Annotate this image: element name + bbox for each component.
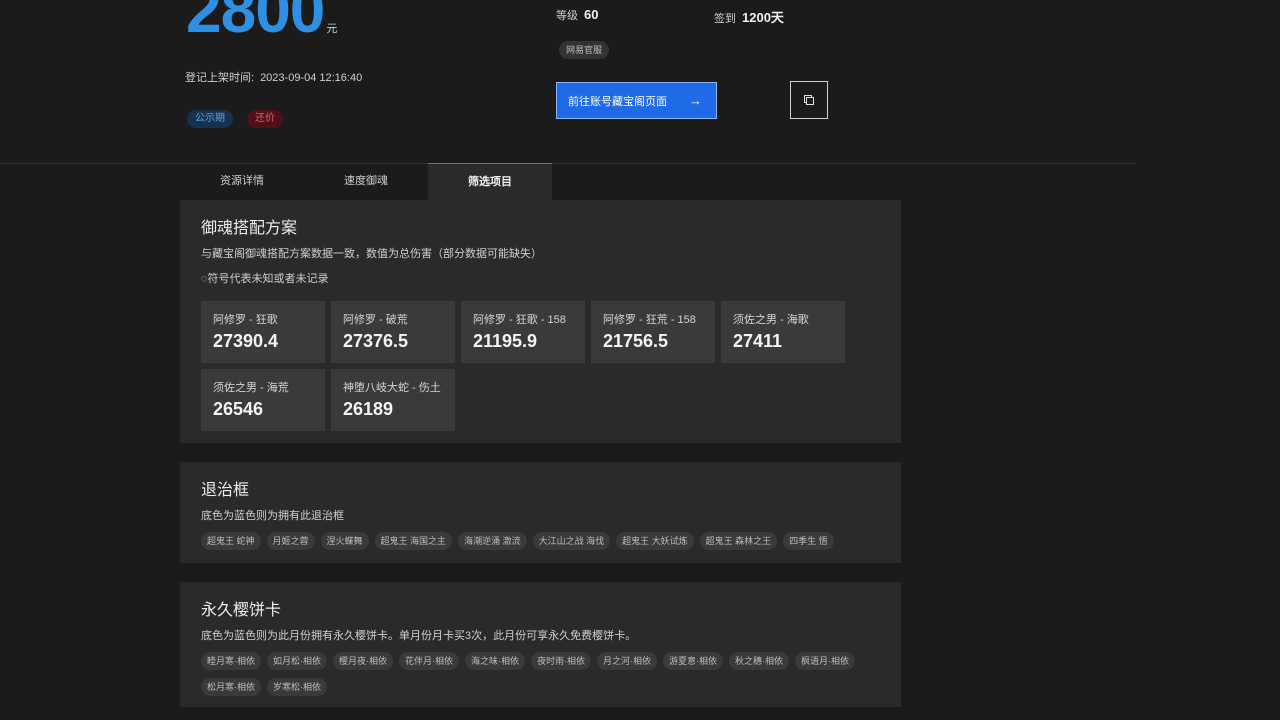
soul-plan-card: 阿修罗 - 狂荒 - 158 21756.5 <box>591 301 715 363</box>
server-badge: 网易官服 <box>559 41 610 59</box>
sakura-card-chip: 樱月夜·相依 <box>333 652 393 670</box>
goto-button-label: 前往账号藏宝阁页面 <box>568 95 667 108</box>
soul-plan-damage: 21756.5 <box>603 331 669 351</box>
retire-frame-chip: 超鬼王 大妖试炼 <box>616 532 694 550</box>
soul-plan-damage: 27390.4 <box>213 331 279 351</box>
listing-time: 登记上架时间: 2023-09-04 12:16:40 <box>185 69 362 85</box>
level-value: 60 <box>584 7 599 22</box>
retire-frame-desc: 底色为蓝色则为拥有此退治框 <box>201 510 344 522</box>
listing-time-label: 登记上架时间: <box>185 72 255 84</box>
soul-plan-damage: 26189 <box>343 399 394 419</box>
sakura-card-chip: 秋之穗·相依 <box>729 652 789 670</box>
soul-plan-card: 须佐之男 - 海荒 26546 <box>201 369 325 431</box>
sakura-card-chip: 游夏意·相依 <box>663 652 723 670</box>
sakura-card-chip: 睦月寒·相依 <box>201 652 261 670</box>
copy-button[interactable] <box>790 81 828 119</box>
sakura-card-chips: 睦月寒·相依 如月松·相依 樱月夜·相依 花伴月·相依 海之味·相依 夜时雨·相… <box>201 652 880 696</box>
soul-plan-card: 阿修罗 - 破荒 27376.5 <box>331 301 455 363</box>
soul-plan-name: 阿修罗 - 狂歌 - 158 <box>473 314 566 326</box>
tab-filter-items[interactable]: 筛选项目 <box>428 163 552 200</box>
status-badge-bargain: 还价 <box>247 110 283 128</box>
retire-frame-chips: 超鬼王 蛇神 月姬之蓉 涅火蝶舞 超鬼王 海国之主 海潮逆涌 激流 大江山之战 … <box>201 532 880 550</box>
sakura-card-chip: 岁寒松·相依 <box>267 678 327 696</box>
level-label: 等级 <box>556 10 578 22</box>
sakura-card-desc: 底色为蓝色则为此月份拥有永久樱饼卡。单月份月卡买3次，此月份可享永久免费樱饼卡。 <box>201 630 637 642</box>
retire-frame-chip: 超鬼王 蛇神 <box>201 532 261 550</box>
price: 2800 元 <box>186 0 337 42</box>
soul-plan-name: 须佐之男 - 海荒 <box>213 382 289 394</box>
status-badge-public: 公示期 <box>187 110 233 128</box>
soul-plan-name: 神堕八岐大蛇 - 伤土 <box>343 382 441 394</box>
soul-plan-damage: 27376.5 <box>343 331 409 351</box>
soul-plan-name: 阿修罗 - 破荒 <box>343 314 408 326</box>
retire-frame-chip: 超鬼王 海国之主 <box>374 532 453 550</box>
arrow-right-icon: → <box>689 93 702 108</box>
price-unit: 元 <box>326 23 338 35</box>
soul-plan-cards: 阿修罗 - 狂歌 27390.4 阿修罗 - 破荒 27376.5 阿修罗 - 狂歌… <box>201 301 880 431</box>
sakura-card-chip: 如月松·相依 <box>267 652 327 670</box>
copy-icon <box>804 95 814 105</box>
soul-plan-note: ◌符号代表未知或者未记录 <box>201 273 329 285</box>
sakura-card-chip: 花伴月·相依 <box>399 652 459 670</box>
retire-frame-title: 退治框 <box>201 482 250 499</box>
tab-bar: 资源详情 速度御魂 筛选项目 <box>180 163 552 200</box>
soul-plan-name: 阿修罗 - 狂荒 - 158 <box>603 314 696 326</box>
goto-treasure-page-button[interactable]: 前往账号藏宝阁页面 → <box>556 82 717 119</box>
checkin-stat: 签到 1200天 <box>714 7 784 26</box>
level-stat: 等级 60 <box>556 7 598 23</box>
soul-plan-card: 神堕八岐大蛇 - 伤土 26189 <box>331 369 455 431</box>
sakura-card-chip: 松月寒·相依 <box>201 678 261 696</box>
checkin-label: 签到 <box>714 13 736 25</box>
status-tags: 公示期 还价 <box>187 110 283 128</box>
checkin-value: 1200天 <box>742 10 784 25</box>
retire-frame-chip: 海潮逆涌 激流 <box>458 532 527 550</box>
retire-frame-chip: 大江山之战 海伐 <box>532 532 611 550</box>
listing-time-value: 2023-09-04 12:16:40 <box>260 72 363 84</box>
soul-plan-title: 御魂搭配方案 <box>201 220 298 237</box>
soul-plan-desc: 与藏宝阁御魂搭配方案数据一致，数值为总伤害（部分数据可能缺失） <box>201 248 542 260</box>
soul-plan-damage: 26546 <box>213 399 264 419</box>
sakura-card-chip: 月之河·相依 <box>597 652 657 670</box>
retire-frame-chip: 超鬼王 森林之王 <box>699 532 778 550</box>
sakura-card-chip: 海之味·相依 <box>465 652 525 670</box>
retire-frame-chip: 涅火蝶舞 <box>320 532 369 550</box>
sakura-card-title: 永久樱饼卡 <box>201 602 282 619</box>
soul-plan-card: 须佐之男 - 海歌 27411 <box>721 301 845 363</box>
tab-speed-souls[interactable]: 速度御魂 <box>304 163 428 200</box>
soul-plan-card: 阿修罗 - 狂歌 27390.4 <box>201 301 325 363</box>
price-value: 2800 <box>186 0 325 46</box>
header-divider <box>0 163 1136 164</box>
retire-frame-chip: 四季生 悟 <box>783 532 834 550</box>
sakura-card-chip: 夜时雨·相依 <box>531 652 591 670</box>
tab-resource-details[interactable]: 资源详情 <box>180 163 304 200</box>
sakura-card-panel: 永久樱饼卡 底色为蓝色则为此月份拥有永久樱饼卡。单月份月卡买3次，此月份可享永久… <box>180 582 901 707</box>
soul-plan-panel: 御魂搭配方案 与藏宝阁御魂搭配方案数据一致，数值为总伤害（部分数据可能缺失） ◌… <box>180 200 901 443</box>
soul-plan-name: 须佐之男 - 海歌 <box>733 314 809 326</box>
retire-frame-chip: 月姬之蓉 <box>266 532 315 550</box>
soul-plan-name: 阿修罗 - 狂歌 <box>213 314 278 326</box>
retire-frame-panel: 退治框 底色为蓝色则为拥有此退治框 超鬼王 蛇神 月姬之蓉 涅火蝶舞 超鬼王 海… <box>180 462 901 563</box>
soul-plan-damage: 27411 <box>733 331 783 351</box>
sakura-card-chip: 枫语月·相依 <box>795 652 855 670</box>
soul-plan-card: 阿修罗 - 狂歌 - 158 21195.9 <box>461 301 585 363</box>
soul-plan-damage: 21195.9 <box>473 331 538 351</box>
